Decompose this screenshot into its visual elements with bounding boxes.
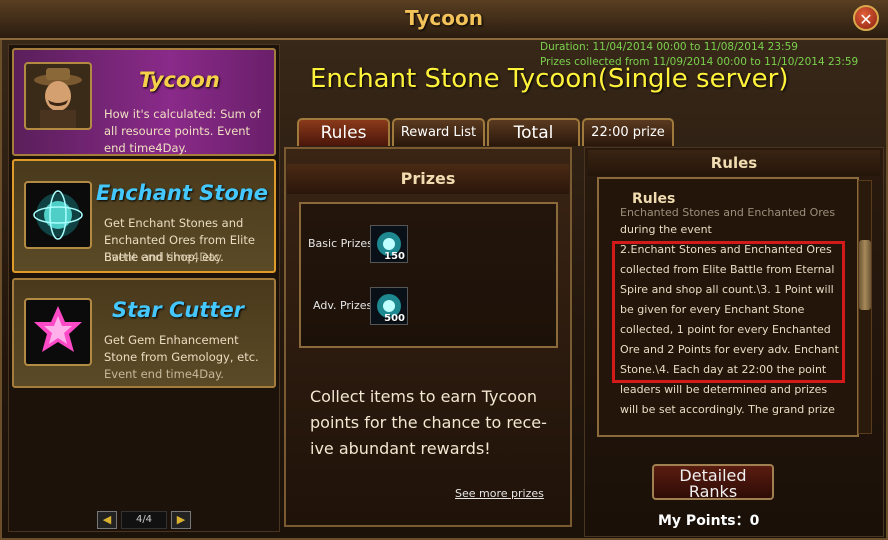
tab-22-prize[interactable]: 22:00 prize (582, 118, 674, 146)
rules-header: Rules (588, 150, 880, 176)
duration-text: Duration: 11/04/2014 00:00 to 11/08/2014… (540, 41, 798, 53)
rules-line: during the event (620, 223, 712, 236)
adv-prizes-label: Adv. Prizes (313, 299, 373, 312)
event-card-desc: How it's calculated: Sum of all resource… (104, 107, 261, 155)
prev-page-button[interactable]: ◀ (97, 511, 117, 529)
close-button[interactable]: ✕ (853, 5, 879, 31)
rules-line: Enchanted Stones and Enchanted Ores (620, 206, 836, 219)
event-card-enchant-stone[interactable]: Enchant Stone Get Enchant Stones and Enc… (12, 159, 276, 273)
event-title: Enchant Stone Tycoon(Single server) (310, 64, 789, 94)
rules-line: leaders will be determined and prizes (620, 383, 828, 396)
detailed-ranks-label-2: Ranks (688, 482, 738, 501)
event-card-star-cutter[interactable]: Star Cutter Get Gem Enhancement Stone fr… (12, 278, 276, 388)
basic-prizes-label: Basic Prizes (308, 237, 373, 250)
see-more-prizes-link[interactable]: See more prizes (455, 487, 544, 500)
event-card-endtime: Event end time4Day. (104, 250, 224, 264)
event-card-tycoon[interactable]: Tycoon How it's calculated: Sum of all r… (12, 48, 276, 156)
rules-line: will be set accordingly. The grand prize (620, 403, 835, 416)
adv-prize-count: 500 (384, 313, 405, 324)
detailed-ranks-button[interactable]: Detailed Ranks (652, 464, 774, 500)
enchant-stone-icon (24, 181, 92, 249)
event-card-title: Tycoon (139, 68, 220, 92)
adv-prize-gem-icon[interactable]: 500 (370, 287, 408, 325)
highlight-box (612, 241, 845, 383)
basic-prize-gem-icon[interactable]: 150 (370, 225, 408, 263)
tab-rules[interactable]: Rules (297, 118, 390, 146)
page-indicator: 4/4 (121, 511, 167, 529)
next-page-button[interactable]: ▶ (171, 511, 191, 529)
event-card-title: Enchant Stone (96, 181, 268, 205)
my-points: My Points：0 (658, 513, 760, 529)
prizes-box (299, 202, 558, 348)
prizes-header: Prizes (287, 164, 569, 194)
event-card-desc: Get Gem Enhancement Stone from Gemology,… (104, 333, 259, 364)
rules-subheader: Rules (632, 191, 676, 207)
rules-scroll-thumb[interactable] (859, 240, 871, 310)
tab-reward-list[interactable]: Reward List (392, 118, 485, 146)
event-card-endtime: Event end time4Day. (104, 367, 224, 381)
tycoon-portrait-icon (24, 62, 92, 130)
star-gem-icon (24, 298, 92, 366)
window-title: Tycoon (405, 6, 483, 30)
collect-description: Collect items to earn Tycoon points for … (310, 387, 547, 458)
basic-prize-count: 150 (384, 251, 405, 262)
event-card-title: Star Cutter (112, 298, 245, 322)
tab-total[interactable]: Total (487, 118, 580, 146)
